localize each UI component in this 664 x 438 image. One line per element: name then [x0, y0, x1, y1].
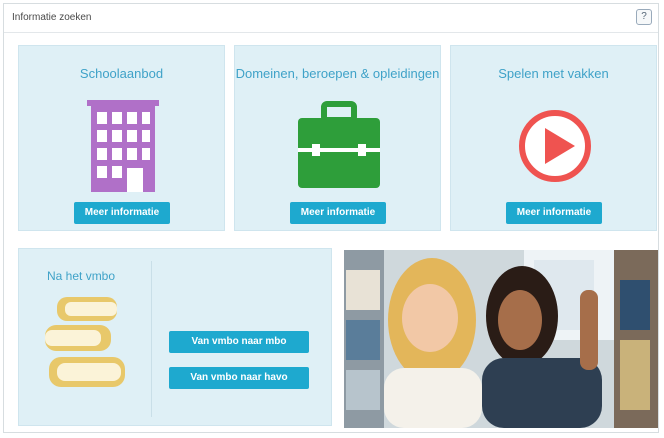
tile-title: Schoolaanbod [79, 66, 164, 81]
window-titlebar: Informatie zoeken ? [4, 4, 658, 33]
tile-schoolaanbod: Schoolaanbod Meer informatie [18, 45, 225, 231]
meer-informatie-button-schoolaanbod[interactable]: Meer informatie [74, 202, 170, 224]
tile-title: Na het vmbo [47, 269, 116, 283]
tile-domeinen: Domeinen, beroepen & opleidingen Meer in… [234, 45, 441, 231]
meer-informatie-button-spelen[interactable]: Meer informatie [506, 202, 602, 224]
tile-na-het-vmbo: Na het vmbo Van vmbo naar mbo Van vmbo n… [18, 248, 332, 426]
tile-title: Domeinen, beroepen & opleidingen [235, 66, 440, 81]
window-title: Informatie zoeken [12, 12, 92, 23]
building-icon [87, 100, 159, 192]
books-icon [45, 297, 125, 387]
meer-informatie-button-domeinen[interactable]: Meer informatie [290, 202, 386, 224]
play-icon [519, 110, 591, 182]
briefcase-icon [298, 101, 380, 188]
tile-title: Spelen met vakken [498, 66, 609, 81]
vmbo-naar-mbo-button[interactable]: Van vmbo naar mbo [169, 331, 309, 353]
vmbo-naar-havo-button[interactable]: Van vmbo naar havo [169, 367, 309, 389]
help-icon[interactable]: ? [636, 9, 652, 25]
divider [151, 261, 152, 417]
tile-spelen: Spelen met vakken Meer informatie [450, 45, 657, 231]
students-library-photo [344, 250, 658, 428]
